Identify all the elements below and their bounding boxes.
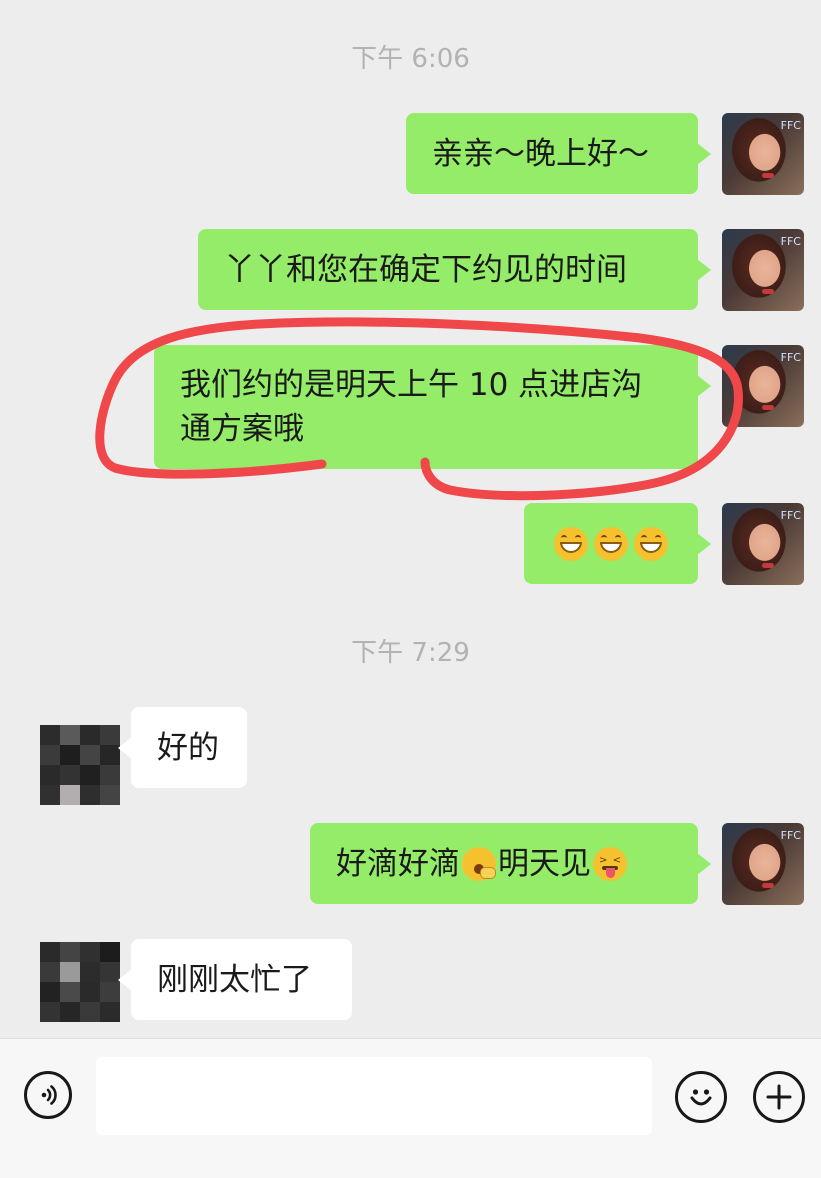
chat-input-bar (0, 1038, 821, 1178)
message-bubble-outgoing[interactable] (524, 503, 711, 584)
squinting-tongue-face-icon: > < (593, 846, 627, 881)
message-bubble-incoming[interactable]: 好的 (118, 707, 247, 788)
smiley-face-icon (690, 1089, 712, 1106)
message-input[interactable] (96, 1057, 652, 1135)
red-circle-annotation (95, 317, 743, 501)
message-text: 明天见 (498, 845, 591, 882)
message-bubble-incoming[interactable]: 刚刚太忙了 (118, 939, 352, 1020)
yawning-face-icon (462, 846, 496, 881)
message-text: 好的 (157, 729, 219, 766)
my-avatar[interactable]: FFC (722, 503, 804, 585)
plus-icon[interactable] (753, 1071, 805, 1123)
my-avatar[interactable]: FFC (722, 823, 804, 905)
grinning-face-icon (554, 526, 588, 561)
voice-icon[interactable] (24, 1071, 72, 1119)
contact-avatar-pixelated[interactable] (40, 725, 120, 805)
plus-sign-icon (766, 1084, 792, 1110)
message-text: 好滴好滴 (336, 845, 460, 882)
timestamp: 下午 7:29 (351, 638, 470, 668)
grinning-face-icon (594, 526, 628, 561)
grinning-face-icon (634, 526, 668, 561)
emoji-icon[interactable] (675, 1071, 727, 1123)
message-bubble-outgoing[interactable]: 好滴好滴 明天见 > < (310, 823, 711, 904)
message-text: 刚刚太忙了 (157, 961, 312, 998)
voice-wave-icon (41, 1085, 57, 1105)
annotation-stroke (95, 317, 743, 501)
contact-avatar-pixelated[interactable] (40, 942, 120, 1022)
